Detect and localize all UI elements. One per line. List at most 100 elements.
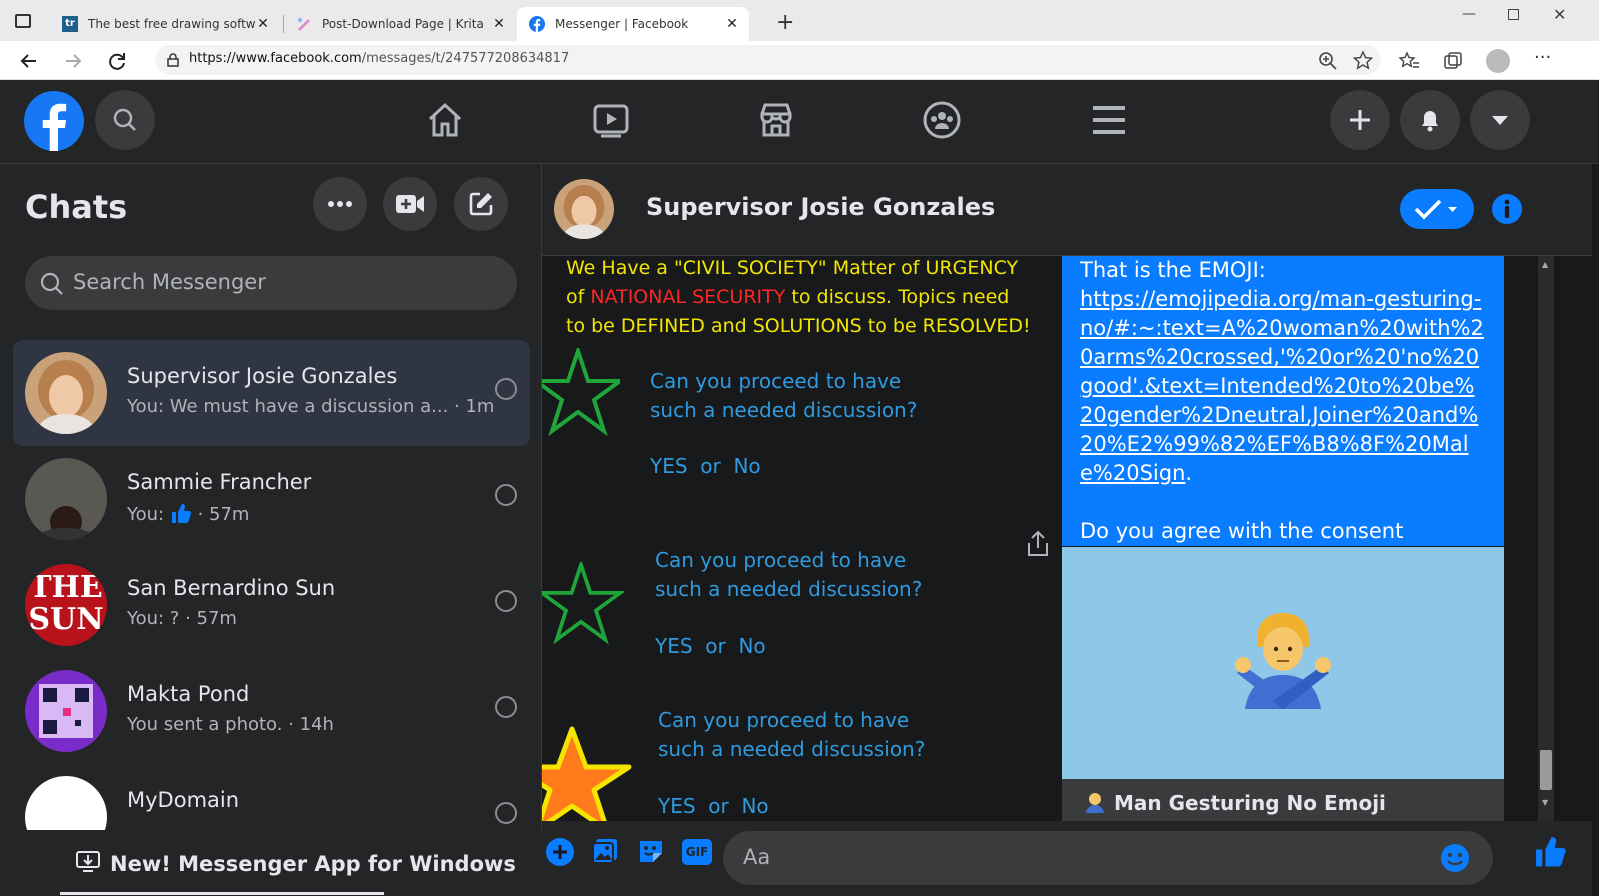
more-actions-plus-icon[interactable] [545,837,575,867]
tab-actions-icon[interactable] [15,14,31,28]
account-button[interactable] [1470,90,1530,150]
message-line: to be DEFINED and SOLUTIONS to be RESOLV… [566,315,1031,337]
search-messenger-field[interactable]: Search Messenger [25,256,517,310]
profile-avatar[interactable] [1486,49,1510,73]
back-icon[interactable] [18,50,40,72]
search-icon [40,272,63,295]
zoom-icon[interactable] [1317,50,1339,72]
close-tab-icon[interactable]: ✕ [256,16,270,32]
bubble-text: That is the EMOJI: [1080,258,1266,282]
question-text: Can you proceed to have such a needed dis… [650,367,917,425]
contact-avatar[interactable] [554,179,614,239]
search-icon [113,108,136,131]
avatar [25,670,107,752]
conversation-title[interactable]: Supervisor Josie Gonzales [646,193,995,221]
close-tab-icon[interactable]: ✕ [492,16,506,32]
no-text: No [741,794,769,818]
notifications-button[interactable] [1400,90,1460,150]
tab-krita[interactable]: Post-Download Page | Krita ✕ [284,7,516,41]
avatar-photo [25,352,107,434]
sun-logo-line2: SUN [28,602,104,637]
lock-icon[interactable] [167,53,179,67]
desktop-download-icon [76,851,100,872]
chat-options-button[interactable] [313,177,367,231]
attach-photo-icon[interactable] [591,837,619,865]
scroll-down-icon[interactable]: ▼ [1542,798,1548,807]
scroll-thumb[interactable] [1540,750,1552,790]
avatar [25,776,107,830]
collections-icon[interactable] [1442,50,1464,72]
question-line: such a needed discussion? [658,737,926,761]
tab-messenger[interactable]: Messenger | Facebook ✕ [517,7,749,41]
green-star-icon [542,348,620,437]
chat-item-sammie-francher[interactable]: Sammie Francher You: · 57m [13,446,530,552]
groups-icon[interactable] [922,100,962,140]
no-text: No [738,634,766,658]
chat-item-makta-pond[interactable]: Makta Pond You sent a photo. · 14h [13,658,530,764]
message-input[interactable]: Aa [723,831,1493,885]
forward-icon[interactable] [62,50,84,72]
chat-name: MyDomain [127,788,240,812]
qr-code-avatar [25,670,107,752]
emoji-preview-caption[interactable]: Man Gesturing No Emoji [1062,779,1504,821]
home-icon[interactable] [425,100,465,140]
avatar [25,352,107,434]
chat-item-josie-gonzales[interactable]: Supervisor Josie Gonzales You: We must h… [13,340,530,446]
yes-or-no: YES or No [655,634,766,658]
info-icon[interactable] [1491,193,1523,225]
minimize-icon[interactable]: — [1462,6,1476,22]
tab-title: Messenger | Facebook [555,17,689,31]
close-tab-icon[interactable]: ✕ [725,16,739,32]
sticker-icon[interactable] [637,837,665,865]
emoji-picker-icon[interactable] [1440,843,1470,873]
scroll-up-icon[interactable]: ▲ [1542,260,1548,269]
conversation-scrollbar[interactable]: ▲ ▼ [1538,256,1554,821]
new-messenger-app-banner[interactable]: New! Messenger App for Windows [0,830,542,896]
marketplace-icon[interactable] [756,100,796,140]
share-icon[interactable] [1026,530,1050,558]
small-emoji-icon [1086,793,1104,813]
create-button[interactable] [1330,90,1390,150]
tab-drawing-software[interactable]: tr The best free drawing software 2 ✕ [50,7,280,41]
bubble-link-line: https://emojipedia.org/man-gesturing-no/… [1080,285,1486,488]
add-favorite-icon[interactable] [1352,50,1374,72]
address-bar-row: https://www.facebook.com/messages/t/2475… [0,41,1599,80]
banner-underline [60,892,384,895]
chat-item-san-bernardino-sun[interactable]: THE SUN San Bernardino Sun You: ? · 57m [13,552,530,658]
chat-name: Sammie Francher [127,470,312,494]
emojipedia-link[interactable]: https://emojipedia.org/man-gesturing-no/… [1080,287,1484,485]
seen-check-icon [495,802,517,824]
avatar-photo [25,458,107,540]
new-tab-icon[interactable]: + [776,10,794,35]
facebook-logo-icon[interactable] [24,91,84,151]
chat-preview: You: ? · 57m [127,608,237,629]
watch-icon[interactable] [591,100,631,140]
emoji-preview-image[interactable] [1062,547,1504,779]
search-button[interactable] [95,90,155,150]
incoming-message-text: We Have a "CIVIL SOCIETY" Matter of URGE… [566,256,1031,341]
chat-item-mydomain[interactable]: MyDomain [13,764,530,830]
refresh-icon[interactable] [106,50,128,72]
more-options-icon[interactable]: ··· [1534,47,1551,68]
maximize-icon[interactable] [1508,9,1519,20]
or-text: or [708,794,729,818]
message-input-placeholder: Aa [743,845,771,869]
new-room-button[interactable] [383,177,437,231]
search-placeholder: Search Messenger [73,270,266,294]
close-window-icon[interactable]: ✕ [1553,5,1566,24]
tab-title: Post-Download Page | Krita [322,17,484,31]
preview-time: · 57m [197,504,250,525]
yes-text: YES [655,634,693,658]
message-composer: GIF Aa [542,821,1592,896]
menu-icon[interactable] [1089,100,1129,140]
yes-or-no: YES or No [658,794,769,818]
url-field[interactable]: https://www.facebook.com/messages/t/2475… [155,45,1381,75]
new-message-button[interactable] [454,177,508,231]
avatar-photo [554,179,614,239]
favorites-icon[interactable] [1398,50,1420,72]
seen-status-button[interactable] [1400,189,1474,229]
chat-preview: You sent a photo. · 14h [127,714,334,735]
send-like-icon[interactable] [1533,834,1567,868]
seen-check-icon [495,696,517,718]
gif-icon[interactable]: GIF [682,839,712,865]
